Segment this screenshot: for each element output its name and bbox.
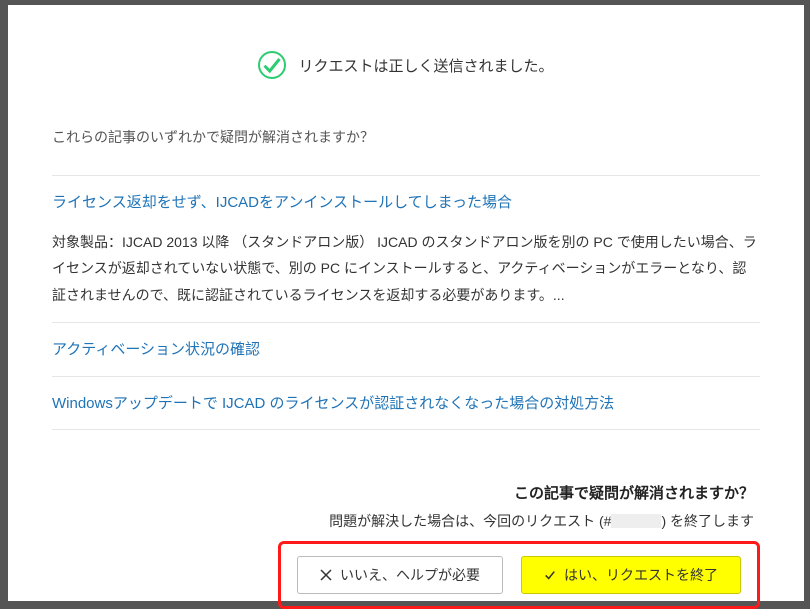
request-id-redacted	[611, 514, 661, 528]
success-message: リクエストは正しく送信されました。	[298, 55, 553, 76]
article-toggle[interactable]: アクティベーション状況の確認	[52, 339, 760, 362]
articles-prompt: これらの記事のいずれかで疑問が解消されますか？	[52, 127, 760, 147]
yes-close-request-button[interactable]: はい、リクエストを終了	[521, 556, 741, 594]
success-banner: リクエストは正しく送信されました。	[52, 51, 760, 79]
confirm-subtext: 問題が解決した場合は、今回のリクエスト (# ) を終了します	[52, 511, 760, 531]
confirm-block: この記事で疑問が解消されますか？ 問題が解決した場合は、今回のリクエスト (#)…	[52, 482, 760, 609]
article-title: Windowsアップデートで IJCAD のライセンスが認証されなくなった場合の…	[52, 393, 614, 416]
yes-button-label: はい、リクエストを終了	[564, 565, 718, 585]
confirm-sub-post: ) を終了します	[661, 513, 754, 529]
no-button-label: いいえ、ヘルプが必要	[340, 565, 480, 585]
article-title: ライセンス返却をせず、IJCADをアンインストールしてしまった場合	[52, 192, 512, 215]
x-icon	[320, 569, 332, 581]
check-icon	[544, 569, 556, 581]
article-item: ライセンス返却をせず、IJCADをアンインストールしてしまった場合 対象製品：I…	[52, 175, 760, 322]
no-help-needed-button[interactable]: いいえ、ヘルプが必要	[297, 556, 503, 594]
article-toggle[interactable]: ライセンス返却をせず、IJCADをアンインストールしてしまった場合	[52, 192, 760, 215]
article-title: アクティベーション状況の確認	[52, 339, 260, 362]
article-item: Windowsアップデートで IJCAD のライセンスが認証されなくなった場合の…	[52, 376, 760, 431]
success-check-icon	[258, 51, 286, 79]
confirm-question: この記事で疑問が解消されますか？	[52, 482, 760, 503]
article-body: 対象製品：IJCAD 2013 以降 （スタンドアロン版） IJCAD のスタン…	[52, 229, 760, 309]
article-item: アクティベーション状況の確認	[52, 322, 760, 376]
confirm-sub-pre: 問題が解決した場合は、今回のリクエスト (#	[329, 513, 611, 529]
article-toggle[interactable]: Windowsアップデートで IJCAD のライセンスが認証されなくなった場合の…	[52, 393, 760, 416]
request-confirm-modal: リクエストは正しく送信されました。 これらの記事のいずれかで疑問が解消されますか…	[8, 5, 804, 601]
button-row-highlight: いいえ、ヘルプが必要 はい、リクエストを終了	[278, 541, 760, 609]
